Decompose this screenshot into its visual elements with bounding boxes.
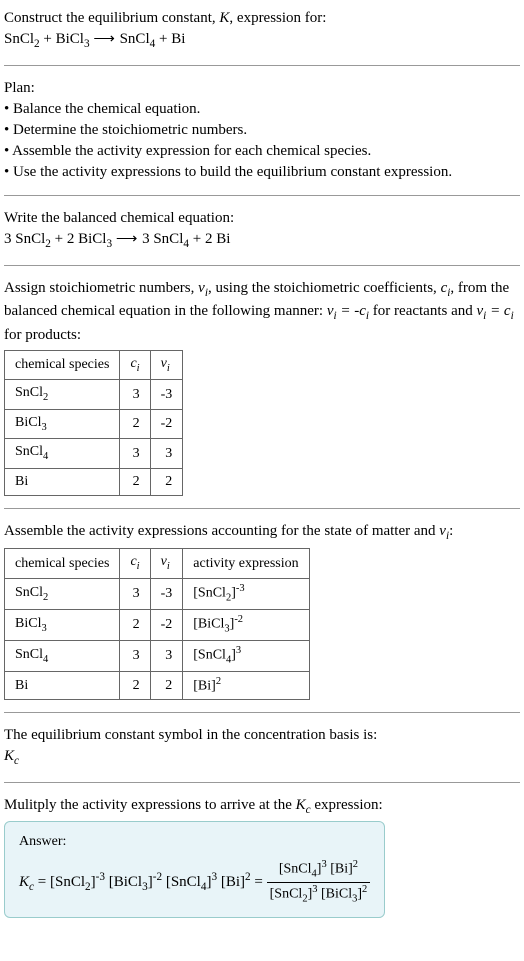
- assign-rule2: νi = ci: [477, 303, 514, 319]
- assign-t1: Assign stoichiometric numbers,: [4, 280, 198, 296]
- intro-block: Construct the equilibrium constant, K, e…: [4, 8, 520, 53]
- answer-label: Answer:: [19, 832, 370, 852]
- cell-c: 3: [120, 641, 150, 672]
- answer-fraction: [SnCl4]3 [Bi]2 [SnCl2]3 [BiCl3]2: [267, 858, 371, 907]
- cell-c: 2: [120, 609, 150, 640]
- cell-c: 3: [120, 578, 150, 609]
- multiply-b: expression:: [311, 797, 383, 813]
- plan-item: • Assemble the activity expression for e…: [4, 141, 520, 162]
- table-row: SnCl4 3 3: [5, 439, 183, 468]
- cell-nu: 3: [150, 641, 183, 672]
- th-ci: ci: [120, 351, 150, 380]
- th-species: chemical species: [5, 351, 120, 380]
- assign-ci: ci: [441, 280, 451, 296]
- cell-species: SnCl2: [5, 380, 120, 409]
- table-row: Bi 2 2: [5, 468, 183, 495]
- assign-t2: , using the stoichiometric coefficients,: [208, 280, 441, 296]
- divider: [4, 508, 520, 509]
- table-row: SnCl2 3 -3: [5, 380, 183, 409]
- cell-nu: 3: [150, 439, 183, 468]
- cell-nu: -2: [150, 609, 183, 640]
- divider: [4, 265, 520, 266]
- assign-nu: νi: [198, 280, 208, 296]
- balanced-title: Write the balanced chemical equation:: [4, 208, 520, 229]
- answer-box: Answer: Kc = [SnCl2]-3 [BiCl3]-2 [SnCl4]…: [4, 821, 385, 918]
- plan-block: Plan: • Balance the chemical equation. •…: [4, 78, 520, 183]
- table-row: BiCl3 2 -2 [BiCl3]-2: [5, 609, 310, 640]
- plan-item: • Balance the chemical equation.: [4, 99, 520, 120]
- th-species: chemical species: [5, 549, 120, 578]
- divider: [4, 195, 520, 196]
- intro-text-1: Construct the equilibrium constant,: [4, 10, 219, 26]
- cell-species: SnCl4: [5, 641, 120, 672]
- cell-species: SnCl2: [5, 578, 120, 609]
- th-ci: ci: [120, 549, 150, 578]
- multiply-block: Mulitply the activity expressions to arr…: [4, 795, 520, 918]
- fraction-numerator: [SnCl4]3 [Bi]2: [267, 858, 371, 883]
- cell-c: 3: [120, 380, 150, 409]
- activity-title: Assemble the activity expressions accoun…: [4, 521, 520, 545]
- balanced-block: Write the balanced chemical equation: 3 …: [4, 208, 520, 253]
- symbol-title: The equilibrium constant symbol in the c…: [4, 725, 520, 746]
- activity-nu: νi: [439, 523, 449, 539]
- table-row: SnCl4 3 3 [SnCl4]3: [5, 641, 310, 672]
- plan-item: • Determine the stoichiometric numbers.: [4, 120, 520, 141]
- cell-nu: 2: [150, 672, 183, 700]
- intro-text-1b: , expression for:: [229, 10, 326, 26]
- divider: [4, 782, 520, 783]
- stoich-table: chemical species ci νi SnCl2 3 -3 BiCl3 …: [4, 350, 183, 496]
- assign-text: Assign stoichiometric numbers, νi, using…: [4, 278, 520, 347]
- activity-title-b: :: [449, 523, 453, 539]
- multiply-kc: Kc: [296, 797, 311, 813]
- cell-c: 2: [120, 672, 150, 700]
- cell-activity: [SnCl4]3: [183, 641, 309, 672]
- th-nu: νi: [150, 549, 183, 578]
- activity-table: chemical species ci νi activity expressi…: [4, 548, 310, 700]
- answer-equation: Kc = [SnCl2]-3 [BiCl3]-2 [SnCl4]3 [Bi]2 …: [19, 858, 370, 907]
- cell-activity: [SnCl2]-3: [183, 578, 309, 609]
- table-header-row: chemical species ci νi activity expressi…: [5, 549, 310, 578]
- table-row: Bi 2 2 [Bi]2: [5, 672, 310, 700]
- symbol-kc: Kc: [4, 746, 520, 770]
- fraction-denominator: [SnCl2]3 [BiCl3]2: [267, 883, 371, 907]
- multiply-title: Mulitply the activity expressions to arr…: [4, 795, 520, 819]
- cell-nu: -3: [150, 380, 183, 409]
- intro-equation: SnCl2 + BiCl3 ⟶ SnCl4 + Bi: [4, 29, 520, 53]
- divider: [4, 65, 520, 66]
- cell-nu: 2: [150, 468, 183, 495]
- cell-activity: [BiCl3]-2: [183, 609, 309, 640]
- cell-nu: -3: [150, 578, 183, 609]
- th-activity: activity expression: [183, 549, 309, 578]
- assign-t5: for products:: [4, 327, 81, 343]
- symbol-block: The equilibrium constant symbol in the c…: [4, 725, 520, 770]
- activity-title-a: Assemble the activity expressions accoun…: [4, 523, 439, 539]
- table-row: BiCl3 2 -2: [5, 409, 183, 438]
- cell-species: BiCl3: [5, 409, 120, 438]
- cell-c: 2: [120, 409, 150, 438]
- cell-species: Bi: [5, 672, 120, 700]
- cell-species: Bi: [5, 468, 120, 495]
- cell-c: 2: [120, 468, 150, 495]
- assign-rule1: νi = -ci: [327, 303, 369, 319]
- cell-species: BiCl3: [5, 609, 120, 640]
- assign-t4: for reactants and: [369, 303, 476, 319]
- cell-species: SnCl4: [5, 439, 120, 468]
- th-nu: νi: [150, 351, 183, 380]
- intro-line: Construct the equilibrium constant, K, e…: [4, 8, 520, 29]
- plan-title: Plan:: [4, 78, 520, 99]
- cell-activity: [Bi]2: [183, 672, 309, 700]
- divider: [4, 712, 520, 713]
- plan-item: • Use the activity expressions to build …: [4, 162, 520, 183]
- intro-k: K: [219, 10, 229, 26]
- table-header-row: chemical species ci νi: [5, 351, 183, 380]
- table-row: SnCl2 3 -3 [SnCl2]-3: [5, 578, 310, 609]
- multiply-a: Mulitply the activity expressions to arr…: [4, 797, 296, 813]
- balanced-equation: 3 SnCl2 + 2 BiCl3 ⟶ 3 SnCl4 + 2 Bi: [4, 229, 520, 253]
- cell-nu: -2: [150, 409, 183, 438]
- assign-block: Assign stoichiometric numbers, νi, using…: [4, 278, 520, 496]
- cell-c: 3: [120, 439, 150, 468]
- activity-block: Assemble the activity expressions accoun…: [4, 521, 520, 701]
